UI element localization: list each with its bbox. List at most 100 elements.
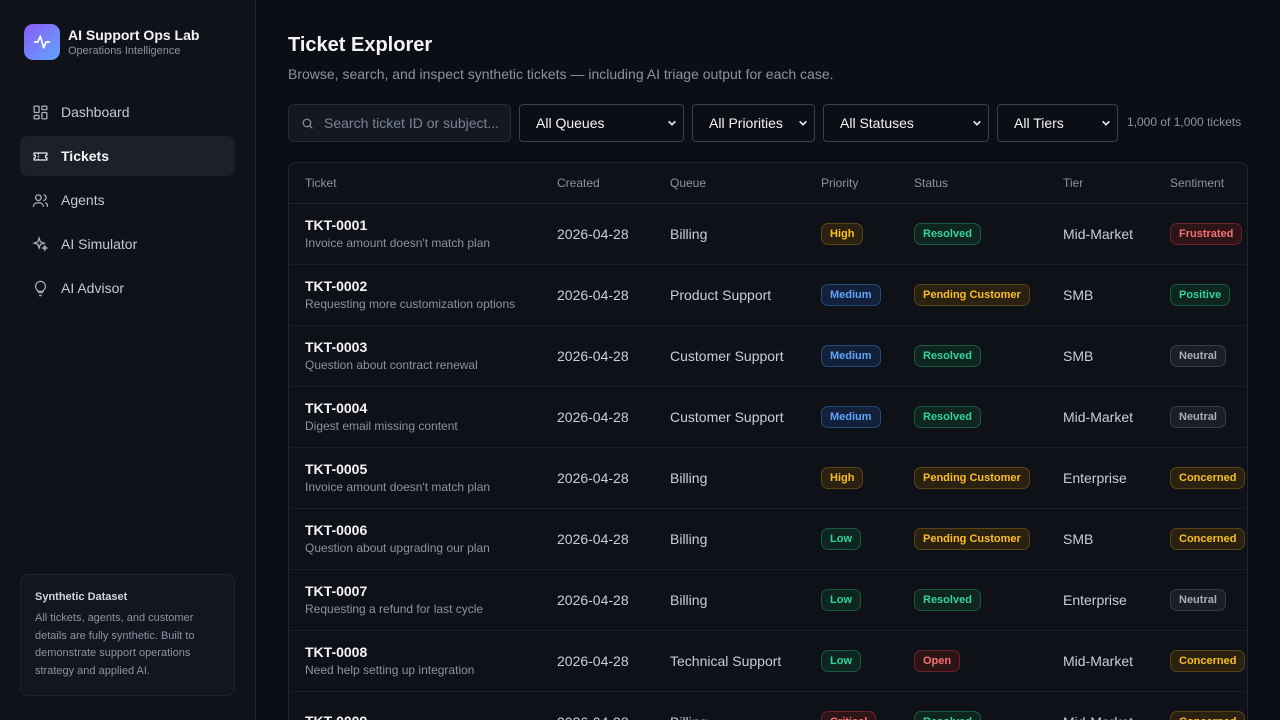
sentiment-badge: Neutral — [1170, 588, 1226, 611]
tier-cell: Enterprise — [1063, 447, 1170, 509]
table-row[interactable]: TKT-00092026-04-28BillingCritical Resolve… — [289, 691, 1247, 720]
ticket-id[interactable]: TKT-0008 — [305, 643, 557, 661]
tier-cell: Enterprise — [1063, 569, 1170, 631]
queue-cell: Technical Support — [670, 630, 821, 692]
ticket-id[interactable]: TKT-0004 — [305, 399, 557, 417]
sidebar-item-ai-advisor[interactable]: AI Advisor — [20, 268, 235, 308]
tier-cell: Mid-Market — [1063, 691, 1170, 720]
brand-subtitle: Operations Intelligence — [68, 45, 181, 57]
sidebar-item-tickets[interactable]: Tickets — [20, 136, 235, 176]
ticket-cell: TKT-0005 Invoice amount doesn't match pla… — [289, 447, 557, 509]
ticket-id[interactable]: TKT-0007 — [305, 582, 557, 600]
ticket-id[interactable]: TKT-0001 — [305, 216, 557, 234]
table-row[interactable]: TKT-0001 Invoice amount doesn't match pla… — [289, 203, 1247, 265]
sidebar-item-dashboard[interactable]: Dashboard — [20, 92, 235, 132]
ticket-id[interactable]: TKT-0002 — [305, 277, 557, 295]
priority-badge: Medium — [821, 405, 881, 428]
tickets-table-container: Ticket Created Queue Priority Status Tie… — [288, 162, 1248, 720]
sidebar-item-label: AI Advisor — [61, 280, 125, 296]
ticket-cell: TKT-0004 Digest email missing content — [289, 386, 557, 448]
chevron-down-icon — [1101, 118, 1111, 128]
tier-cell: Mid-Market — [1063, 203, 1170, 265]
priority-badge: Medium — [821, 283, 881, 306]
table-row[interactable]: TKT-0003 Question about contract renewal 2… — [289, 325, 1247, 387]
status-badge: Pending Customer — [914, 283, 1030, 306]
column-header-tier[interactable]: Tier — [1063, 163, 1170, 204]
sentiment-badge: Positive — [1170, 283, 1231, 306]
priority-select[interactable]: All Priorities — [692, 104, 815, 142]
status-cell: Open — [914, 630, 1063, 692]
table-row[interactable]: TKT-0002 Requesting more customization op… — [289, 264, 1247, 326]
chevron-down-icon — [667, 118, 677, 128]
status-select-value: All Statuses — [840, 115, 914, 131]
ticket-id[interactable]: TKT-0009 — [305, 712, 557, 720]
priority-badge: High — [821, 466, 864, 489]
info-card-title: Synthetic Dataset — [35, 591, 128, 603]
queue-cell: Customer Support — [670, 386, 821, 448]
main-content: Ticket Explorer Browse, search, and insp… — [288, 0, 1248, 720]
pulse-logo-icon — [24, 24, 60, 60]
ticket-id[interactable]: TKT-0005 — [305, 460, 557, 478]
priority-cell: High — [821, 447, 914, 509]
status-cell: Pending Customer — [914, 508, 1063, 570]
ticket-id[interactable]: TKT-0003 — [305, 338, 557, 356]
search-input[interactable] — [324, 115, 499, 131]
sentiment-badge: Neutral — [1170, 405, 1226, 428]
sidebar-item-label: Dashboard — [61, 104, 130, 120]
status-cell: Pending Customer — [914, 264, 1063, 326]
search-box[interactable] — [288, 104, 511, 142]
queue-cell: Billing — [670, 203, 821, 265]
sidebar-item-agents[interactable]: Agents — [20, 180, 235, 220]
priority-cell: High — [821, 203, 914, 265]
queue-select-value: All Queues — [536, 115, 605, 131]
priority-select-value: All Priorities — [709, 115, 783, 131]
status-cell: Resolved — [914, 691, 1063, 720]
ticket-subject: Requesting a refund for last cycle — [305, 602, 484, 616]
tier-select[interactable]: All Tiers — [997, 104, 1118, 142]
sentiment-cell: Neutral — [1170, 386, 1247, 448]
sentiment-cell: Concerned — [1170, 630, 1247, 692]
ticket-count: 1,000 of 1,000 tickets — [1127, 115, 1242, 129]
sidebar-item-ai-simulator[interactable]: AI Simulator — [20, 224, 235, 264]
table-row[interactable]: TKT-0007 Requesting a refund for last cyc… — [289, 569, 1247, 631]
status-badge: Pending Customer — [914, 527, 1030, 550]
sentiment-cell: Concerned — [1170, 691, 1247, 720]
queue-cell: Billing — [670, 508, 821, 570]
sentiment-cell: Concerned — [1170, 508, 1247, 570]
tier-cell: SMB — [1063, 508, 1170, 570]
sentiment-badge: Concerned — [1170, 649, 1246, 672]
created-cell: 2026-04-28 — [557, 325, 670, 387]
column-header-priority[interactable]: Priority — [821, 163, 914, 204]
created-cell: 2026-04-28 — [557, 508, 670, 570]
status-badge: Resolved — [914, 344, 981, 367]
status-badge: Resolved — [914, 588, 981, 611]
ticket-cell: TKT-0008 Need help setting up integration — [289, 630, 557, 692]
column-header-created[interactable]: Created — [557, 163, 670, 204]
created-cell: 2026-04-28 — [557, 630, 670, 692]
brand[interactable]: AI Support Ops Lab Operations Intelligen… — [24, 24, 199, 60]
brand-title: AI Support Ops Lab — [68, 27, 200, 43]
sparkles-icon — [32, 235, 49, 253]
ticket-cell: TKT-0006 Question about upgrading our pla… — [289, 508, 557, 570]
users-icon — [32, 192, 49, 209]
sentiment-badge: Concerned — [1170, 466, 1246, 489]
table-row[interactable]: TKT-0006 Question about upgrading our pla… — [289, 508, 1247, 570]
ticket-subject: Need help setting up integration — [305, 663, 475, 677]
priority-badge: Low — [821, 649, 861, 672]
queue-select[interactable]: All Queues — [519, 104, 684, 142]
sentiment-cell: Frustrated — [1170, 203, 1247, 265]
table-row[interactable]: TKT-0004 Digest email missing content 2026… — [289, 386, 1247, 448]
sentiment-badge: Concerned — [1170, 527, 1246, 550]
created-cell: 2026-04-28 — [557, 569, 670, 631]
status-select[interactable]: All Statuses — [823, 104, 989, 142]
ticket-id[interactable]: TKT-0006 — [305, 521, 557, 539]
search-icon — [301, 117, 314, 130]
column-header-status[interactable]: Status — [914, 163, 1063, 204]
sentiment-badge: Neutral — [1170, 344, 1226, 367]
column-header-ticket[interactable]: Ticket — [289, 163, 557, 204]
ticket-subject: Question about upgrading our plan — [305, 541, 490, 555]
table-row[interactable]: TKT-0005 Invoice amount doesn't match pla… — [289, 447, 1247, 509]
column-header-sentiment[interactable]: Sentiment — [1170, 163, 1247, 204]
table-row[interactable]: TKT-0008 Need help setting up integration… — [289, 630, 1247, 692]
column-header-queue[interactable]: Queue — [670, 163, 821, 204]
